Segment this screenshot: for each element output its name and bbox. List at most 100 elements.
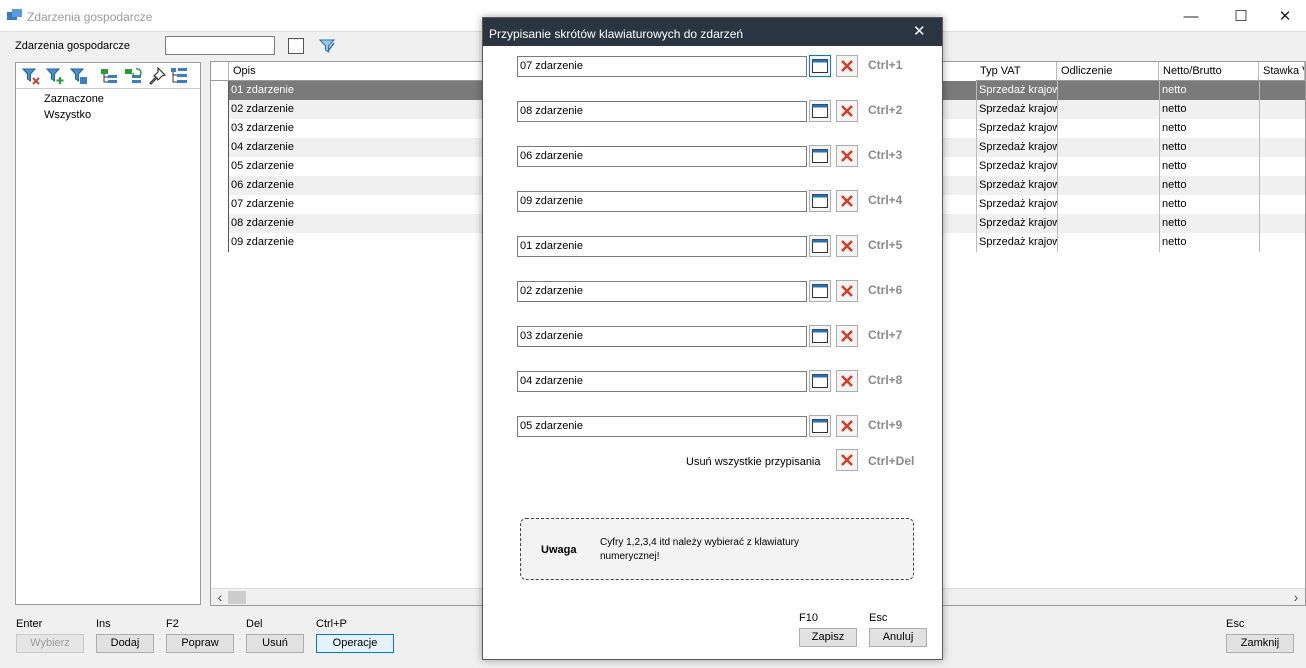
- filter-edit-icon[interactable]: [70, 67, 88, 85]
- clear-assignment-button[interactable]: [836, 190, 858, 212]
- cell-typ-vat: Sprzedaż krajow: [976, 119, 1057, 138]
- pin-icon[interactable]: [148, 67, 166, 85]
- popraw-button[interactable]: Popraw: [166, 634, 234, 653]
- x-icon: [841, 195, 853, 207]
- row-indicator[interactable]: [211, 138, 229, 157]
- scroll-right-icon[interactable]: ›: [1289, 589, 1303, 605]
- wybierz-button[interactable]: Wybierz: [16, 634, 84, 653]
- shortcut-label: Ctrl+4: [868, 193, 903, 207]
- cell-stawka: [1259, 214, 1305, 233]
- x-icon: [841, 330, 853, 342]
- row-indicator[interactable]: [211, 157, 229, 176]
- window-icon: [812, 149, 828, 163]
- dodaj-button[interactable]: Dodaj: [96, 634, 154, 653]
- assignment-field[interactable]: 04 zdarzenie: [517, 371, 807, 392]
- window-icon: [812, 104, 828, 118]
- select-event-button[interactable]: [809, 190, 831, 212]
- clear-assignment-button[interactable]: [836, 325, 858, 347]
- assignment-field[interactable]: 02 zdarzenie: [517, 281, 807, 302]
- filter-input[interactable]: [165, 36, 275, 55]
- row-indicator[interactable]: [211, 119, 229, 138]
- close-button[interactable]: ✕: [1262, 0, 1306, 32]
- row-indicator[interactable]: [211, 81, 229, 100]
- tree-item-zaznaczone[interactable]: Zaznaczone: [44, 93, 104, 105]
- cell-stawka: [1259, 233, 1305, 252]
- select-event-button[interactable]: [809, 55, 831, 77]
- assignment-list: 07 zdarzenie Ctrl+1 08 zdarzenie Ctrl+2 06 z…: [483, 18, 942, 478]
- select-event-button[interactable]: [809, 325, 831, 347]
- assignment-field[interactable]: 05 zdarzenie: [517, 416, 807, 437]
- minimize-button[interactable]: —: [1168, 0, 1214, 32]
- select-event-button[interactable]: [809, 280, 831, 302]
- cell-odliczenie: [1057, 233, 1159, 252]
- scrollbar-thumb[interactable]: [228, 591, 246, 604]
- column-header-netto-brutto[interactable]: Netto/Brutto: [1159, 62, 1259, 81]
- zamknij-button[interactable]: Zamknij: [1226, 634, 1294, 653]
- row-indicator[interactable]: [211, 100, 229, 119]
- clear-assignment-button[interactable]: [836, 280, 858, 302]
- shortcut-label: Ctrl+7: [868, 328, 903, 342]
- x-icon: [841, 375, 853, 387]
- cell-netto-brutto: netto: [1159, 233, 1259, 252]
- clear-assignment-button[interactable]: [836, 415, 858, 437]
- filter-clear-icon[interactable]: [22, 67, 40, 85]
- cell-odliczenie: [1057, 81, 1159, 100]
- column-header-odliczenie[interactable]: Odliczenie: [1057, 62, 1159, 81]
- scroll-left-icon[interactable]: ‹: [213, 589, 227, 605]
- cell-netto-brutto: netto: [1159, 119, 1259, 138]
- select-event-button[interactable]: [809, 415, 831, 437]
- usun-button[interactable]: Usuń: [246, 634, 304, 653]
- shortcut-assignment-dialog: Przypisanie skrótów klawiaturowych do zd…: [482, 17, 943, 660]
- filter-add-icon[interactable]: [46, 67, 64, 85]
- tree-list-icon[interactable]: [170, 67, 188, 85]
- cell-stawka: [1259, 100, 1305, 119]
- row-indicator[interactable]: [211, 195, 229, 214]
- cell-stawka: [1259, 138, 1305, 157]
- column-header-typ-vat[interactable]: Typ VAT: [976, 62, 1057, 81]
- save-button[interactable]: Zapisz: [799, 628, 857, 647]
- assignment-field[interactable]: 09 zdarzenie: [517, 191, 807, 212]
- select-event-button[interactable]: [809, 235, 831, 257]
- row-indicator[interactable]: [211, 233, 229, 252]
- shortcut-label: Ctrl+3: [868, 148, 903, 162]
- assignment-field[interactable]: 07 zdarzenie: [517, 56, 807, 77]
- shortcut-label: Ctrl+1: [868, 58, 903, 72]
- select-event-button[interactable]: [809, 370, 831, 392]
- assignment-field[interactable]: 08 zdarzenie: [517, 101, 807, 122]
- select-event-button[interactable]: [809, 145, 831, 167]
- clear-assignment-button[interactable]: [836, 235, 858, 257]
- row-indicator[interactable]: [211, 214, 229, 233]
- maximize-button[interactable]: ☐: [1218, 0, 1264, 32]
- assignment-field[interactable]: 06 zdarzenie: [517, 146, 807, 167]
- window-icon: [812, 329, 828, 343]
- cell-typ-vat: Sprzedaż krajow: [976, 214, 1057, 233]
- shortcut-label: Ctrl+5: [868, 238, 903, 252]
- cell-odliczenie: [1057, 100, 1159, 119]
- x-icon: [841, 420, 853, 432]
- window-icon: [812, 419, 828, 433]
- remove-all-button[interactable]: [836, 449, 858, 471]
- assignment-field[interactable]: 03 zdarzenie: [517, 326, 807, 347]
- window-icon: [812, 194, 828, 208]
- cell-odliczenie: [1057, 176, 1159, 195]
- clear-assignment-button[interactable]: [836, 55, 858, 77]
- assignment-field[interactable]: 01 zdarzenie: [517, 236, 807, 257]
- key-esc: Esc: [1226, 618, 1245, 630]
- tree-refresh-icon[interactable]: [124, 67, 142, 85]
- key-enter: Enter: [16, 618, 43, 630]
- tree-item-wszystko[interactable]: Wszystko: [44, 109, 91, 121]
- column-header-stawka[interactable]: Stawka V: [1259, 62, 1305, 81]
- clear-assignment-button[interactable]: [836, 370, 858, 392]
- row-indicator[interactable]: [211, 176, 229, 195]
- select-event-button[interactable]: [809, 100, 831, 122]
- x-icon: [841, 150, 853, 162]
- filter-checkbox[interactable]: [288, 38, 304, 54]
- clear-assignment-button[interactable]: [836, 100, 858, 122]
- cell-typ-vat: Sprzedaż krajow: [976, 195, 1057, 214]
- operacje-button[interactable]: Operacje: [316, 634, 394, 653]
- clear-assignment-button[interactable]: [836, 145, 858, 167]
- filter-apply-icon[interactable]: [319, 38, 335, 54]
- cancel-button[interactable]: Anuluj: [869, 628, 927, 647]
- cell-stawka: [1259, 119, 1305, 138]
- tree-expand-icon[interactable]: [100, 67, 118, 85]
